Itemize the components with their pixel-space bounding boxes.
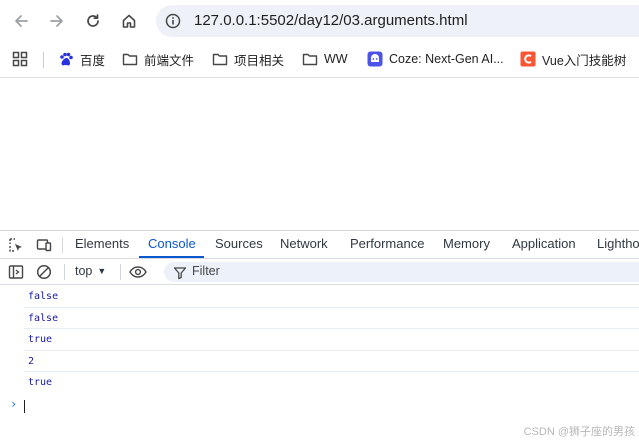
log-text: false xyxy=(28,312,59,324)
csdn-icon xyxy=(520,51,536,67)
bookmark-vue-skill-tree[interactable]: Vue入门技能树 xyxy=(520,49,626,69)
tab-elements[interactable]: Elements xyxy=(75,236,129,251)
folder-icon xyxy=(212,51,228,67)
back-arrow-icon[interactable] xyxy=(8,8,34,34)
home-icon[interactable] xyxy=(116,8,142,34)
devtools-panel: Elements Console Sources Network Perform… xyxy=(0,230,639,443)
tab-network[interactable]: Network xyxy=(280,236,328,251)
console-log-entry: true xyxy=(24,329,639,351)
bookmarks-divider xyxy=(43,52,44,68)
bookmark-label: 百度 xyxy=(80,53,106,68)
filter-funnel-icon xyxy=(173,265,187,284)
chevron-down-icon: ▼ xyxy=(97,266,107,276)
apps-grid-icon[interactable] xyxy=(12,51,28,71)
toolbar-divider xyxy=(62,237,63,253)
log-text: 2 xyxy=(28,355,35,367)
tab-lighthouse[interactable]: Lighthouse xyxy=(597,236,639,251)
toolbar-divider xyxy=(120,264,121,280)
forward-arrow-icon[interactable] xyxy=(44,8,70,34)
log-text: true xyxy=(28,377,53,388)
context-selector[interactable]: top ▼ xyxy=(75,264,106,278)
devtools-tab-bar: Elements Console Sources Network Perform… xyxy=(0,231,639,259)
bookmark-label: Vue入门技能树 xyxy=(542,53,627,68)
active-tab-indicator xyxy=(139,256,204,258)
bookmark-baidu[interactable]: 百度 xyxy=(58,49,105,69)
reload-icon[interactable] xyxy=(80,8,106,34)
bookmark-folder-projects[interactable]: 项目相关 xyxy=(212,49,284,69)
site-info-icon[interactable] xyxy=(165,13,181,33)
log-text: true xyxy=(28,334,53,345)
log-text: false xyxy=(28,291,59,302)
baidu-paw-icon xyxy=(58,51,74,67)
bookmark-folder-frontend[interactable]: 前端文件 xyxy=(122,49,194,69)
address-bar[interactable]: 127.0.0.1:5502/day12/03.arguments.html xyxy=(156,5,639,37)
console-log-entry: false xyxy=(24,308,639,329)
bookmark-label: WW xyxy=(324,52,348,66)
watermark: CSDN @狮子座的男孩 xyxy=(523,426,635,438)
clear-console-icon[interactable] xyxy=(35,263,53,281)
console-log-entry: true xyxy=(24,372,639,394)
bookmark-label: Coze: Next-Gen AI... xyxy=(389,52,504,66)
coze-icon xyxy=(367,51,383,67)
console-filter-input[interactable]: Filter xyxy=(164,262,639,282)
folder-icon xyxy=(302,51,318,67)
sidebar-toggle-icon[interactable] xyxy=(7,263,25,281)
bookmark-folder-ww[interactable]: WW xyxy=(302,49,348,69)
bookmark-label: 项目相关 xyxy=(234,53,285,68)
bookmark-coze[interactable]: Coze: Next-Gen AI... xyxy=(367,49,504,69)
context-label: top xyxy=(75,264,93,278)
live-expression-eye-icon[interactable] xyxy=(128,263,148,281)
browser-toolbar: 127.0.0.1:5502/day12/03.arguments.html xyxy=(0,0,639,42)
tab-console[interactable]: Console xyxy=(148,236,196,251)
console-log-list: false false true 2 true xyxy=(0,286,639,394)
text-cursor xyxy=(24,400,25,413)
bookmark-label: 前端文件 xyxy=(144,53,195,68)
console-log-entry: 2 xyxy=(24,351,639,372)
toolbar-divider xyxy=(0,77,639,78)
filter-placeholder: Filter xyxy=(192,264,220,278)
inspect-element-icon[interactable] xyxy=(7,236,25,254)
console-prompt[interactable]: › xyxy=(0,397,639,417)
device-toolbar-icon[interactable] xyxy=(35,236,53,254)
prompt-chevron-icon: › xyxy=(10,397,18,411)
tab-performance[interactable]: Performance xyxy=(350,236,424,251)
folder-icon xyxy=(122,51,138,67)
bookmarks-bar: 百度 前端文件 项目相关 WW Coze: Next-Gen AI... Vue… xyxy=(0,42,639,76)
toolbar-divider xyxy=(64,264,65,280)
url-text[interactable]: 127.0.0.1:5502/day12/03.arguments.html xyxy=(194,11,468,31)
console-toolbar: top ▼ Filter xyxy=(0,259,639,285)
tab-memory[interactable]: Memory xyxy=(443,236,490,251)
console-log-entry: false xyxy=(24,286,639,308)
tab-application[interactable]: Application xyxy=(512,236,576,251)
tab-sources[interactable]: Sources xyxy=(215,236,263,251)
